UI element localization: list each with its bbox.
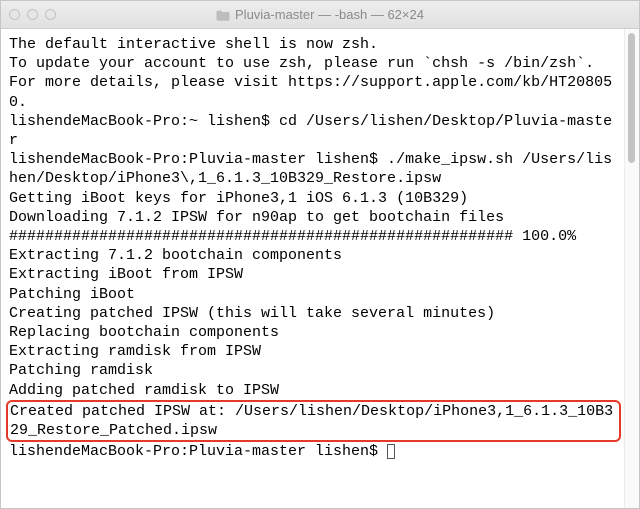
cursor [387, 444, 395, 459]
terminal-line: Creating patched IPSW (this will take se… [9, 305, 495, 322]
window-title: Pluvia-master — -bash — 62×24 [1, 7, 639, 22]
terminal-line: lishendeMacBook-Pro:Pluvia-master lishen… [9, 151, 612, 187]
terminal-prompt: lishendeMacBook-Pro:Pluvia-master lishen… [9, 443, 387, 460]
terminal-line: For more details, please visit https://s… [9, 74, 612, 110]
terminal-line: Getting iBoot keys for iPhone3,1 iOS 6.1… [9, 190, 468, 207]
scrollbar-thumb[interactable] [628, 33, 635, 163]
terminal-line: Patching iBoot [9, 286, 135, 303]
terminal-line: To update your account to use zsh, pleas… [9, 55, 594, 72]
terminal-line: The default interactive shell is now zsh… [9, 36, 378, 53]
terminal-line: Replacing bootchain components [9, 324, 279, 341]
terminal-body: The default interactive shell is now zsh… [1, 29, 639, 508]
terminal-window: Pluvia-master — -bash — 62×24 The defaul… [0, 0, 640, 509]
terminal-line: ########################################… [9, 228, 576, 245]
terminal-line: Adding patched ramdisk to IPSW [9, 382, 279, 399]
maximize-button[interactable] [45, 9, 56, 20]
terminal-line: Extracting iBoot from IPSW [9, 266, 243, 283]
titlebar: Pluvia-master — -bash — 62×24 [1, 1, 639, 29]
terminal-output[interactable]: The default interactive shell is now zsh… [1, 29, 624, 508]
terminal-line: Extracting 7.1.2 bootchain components [9, 247, 342, 264]
minimize-button[interactable] [27, 9, 38, 20]
terminal-line: lishendeMacBook-Pro:~ lishen$ cd /Users/… [9, 113, 612, 149]
highlighted-output: Created patched IPSW at: /Users/lishen/D… [6, 400, 621, 442]
terminal-line: Created patched IPSW at: /Users/lishen/D… [10, 403, 613, 439]
window-title-text: Pluvia-master — -bash — 62×24 [235, 7, 424, 22]
close-button[interactable] [9, 9, 20, 20]
terminal-line: Extracting ramdisk from IPSW [9, 343, 261, 360]
window-controls [9, 9, 56, 20]
scrollbar[interactable] [624, 29, 639, 508]
terminal-line: Patching ramdisk [9, 362, 153, 379]
terminal-line: Downloading 7.1.2 IPSW for n90ap to get … [9, 209, 504, 226]
folder-icon [216, 9, 230, 20]
